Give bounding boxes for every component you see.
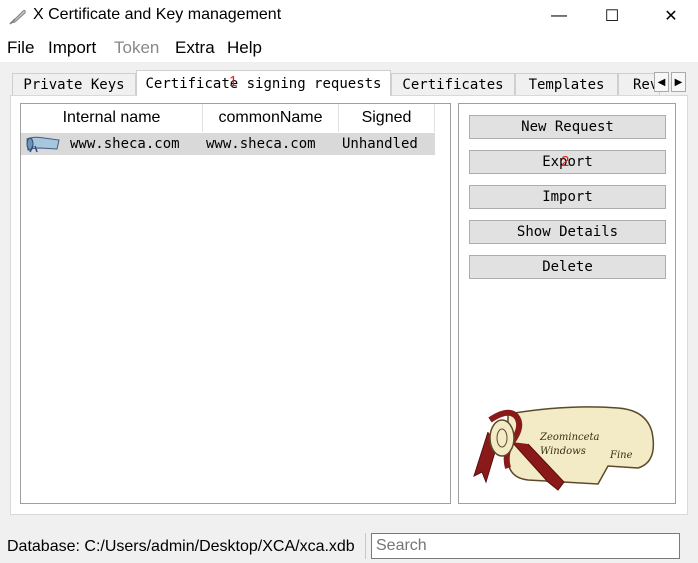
close-button[interactable]: ✕ — [648, 0, 694, 32]
tab-scroll-right-icon[interactable]: ▶ — [671, 72, 686, 92]
cell-common-name: www.sheca.com — [206, 136, 316, 152]
menu-extra[interactable]: Extra — [175, 38, 215, 58]
delete-button[interactable]: Delete — [469, 255, 666, 279]
scroll-text-line-3: Fine — [609, 450, 633, 461]
menu-bar: File Import Token Extra Help — [0, 32, 698, 62]
scroll-text-line-2: Windows — [540, 446, 586, 457]
tab-templates[interactable]: Templates — [515, 73, 618, 95]
minimize-button[interactable]: — — [536, 0, 582, 32]
menu-token[interactable]: Token — [114, 38, 159, 58]
requests-list[interactable] — [20, 103, 451, 504]
tab-certificates[interactable]: Certificates — [391, 73, 515, 95]
column-internal-name[interactable]: Internal name — [21, 104, 203, 132]
tab-scroll-left-icon[interactable]: ◀ — [654, 72, 669, 92]
title-bar: X Certificate and Key management — ☐ ✕ — [0, 0, 698, 32]
status-divider — [365, 533, 366, 559]
marker-2: 2 — [561, 153, 570, 170]
csr-scroll-icon — [26, 136, 60, 153]
menu-file[interactable]: File — [7, 38, 34, 58]
search-input[interactable] — [371, 533, 680, 559]
marker-1: 1 — [229, 73, 238, 90]
certificate-scroll-illustration: Zeominceta Windows Fine — [473, 406, 655, 491]
menu-import[interactable]: Import — [48, 38, 96, 58]
database-path: Database: C:/Users/admin/Desktop/XCA/xca… — [7, 538, 355, 555]
tab-bar: Private Keys Certificate signing request… — [0, 70, 698, 96]
column-common-name[interactable]: commonName — [203, 104, 339, 132]
tab-private-keys[interactable]: Private Keys — [12, 73, 136, 95]
show-details-button[interactable]: Show Details — [469, 220, 666, 244]
window-title: X Certificate and Key management — [33, 6, 282, 23]
maximize-button[interactable]: ☐ — [589, 0, 635, 32]
menu-help[interactable]: Help — [227, 38, 262, 58]
new-request-button[interactable]: New Request — [469, 115, 666, 139]
cell-internal-name: www.sheca.com — [70, 136, 180, 152]
column-signed[interactable]: Signed — [339, 104, 435, 132]
scroll-text-line-1: Zeominceta — [539, 432, 600, 443]
cell-signed: Unhandled — [342, 136, 418, 152]
xca-feather-icon — [9, 9, 26, 25]
tab-certificate-signing-requests[interactable]: Certificate signing requests — [136, 70, 391, 96]
import-button[interactable]: Import — [469, 185, 666, 209]
